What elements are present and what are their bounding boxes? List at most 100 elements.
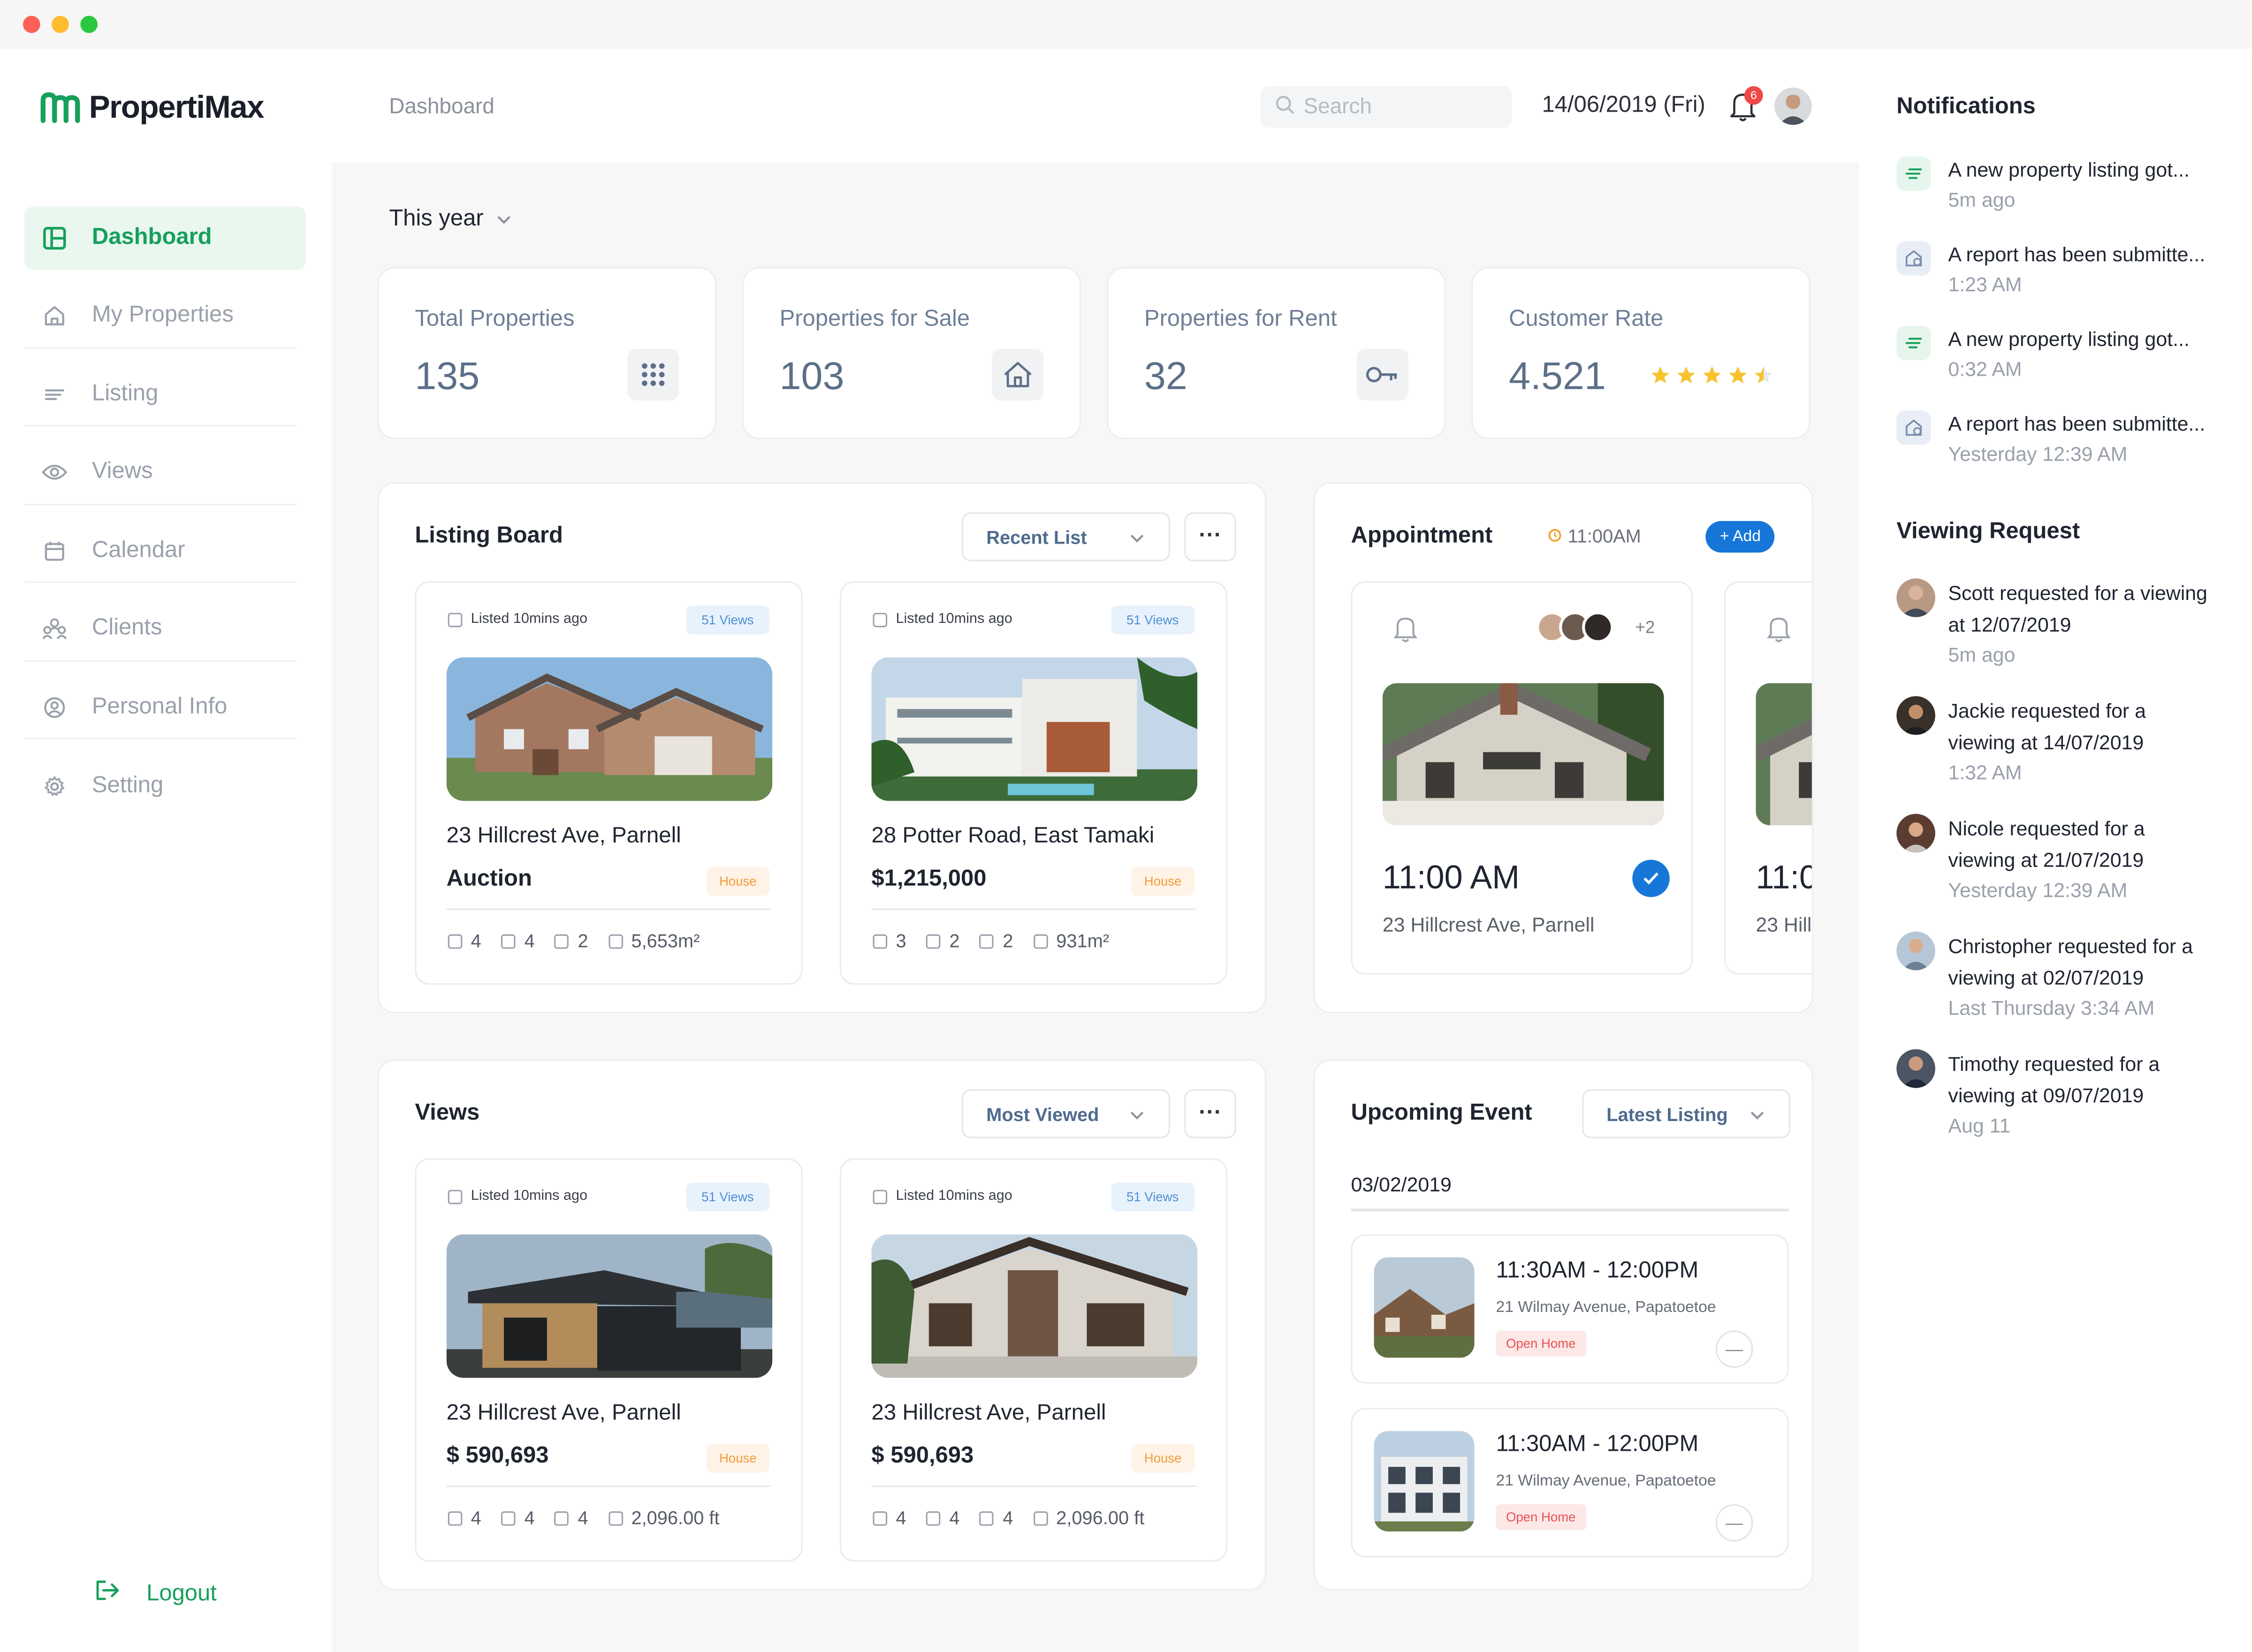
request-text-line1: Timothy requested for a <box>1948 1052 2160 1075</box>
avatar <box>1582 611 1614 643</box>
sidebar-nav: Dashboard My Properties Listing Views Ca… <box>24 206 306 833</box>
request-time: Last Thursday 3:34 AM <box>1948 996 2155 1019</box>
car-icon <box>980 933 994 948</box>
minus-icon: — <box>1726 1513 1743 1533</box>
cars-count: 2 <box>1003 930 1013 952</box>
property-card[interactable]: Listed 10mins ago 51 Views 28 Potter Roa… <box>840 581 1228 985</box>
views-badge: 51 Views <box>1111 606 1194 635</box>
period-filter-dropdown[interactable]: This year <box>389 207 512 233</box>
calendar-icon <box>40 536 69 565</box>
viewing-request-item[interactable]: Jackie requested for a viewing at 14/07/2… <box>1896 696 2221 788</box>
remove-event-button[interactable]: — <box>1715 1504 1753 1542</box>
chevron-down-icon <box>495 207 512 233</box>
request-text-line2: viewing at 09/07/2019 <box>1948 1083 2144 1106</box>
notification-time: Yesterday 12:39 AM <box>1948 442 2128 465</box>
check-icon[interactable] <box>1632 859 1670 897</box>
views-badge: 51 Views <box>1111 1182 1194 1212</box>
remove-event-button[interactable]: — <box>1715 1330 1753 1368</box>
search-input[interactable]: Search <box>1260 86 1512 128</box>
request-text-line1: Scott requested for a viewing <box>1948 581 2207 605</box>
car-icon <box>555 933 570 948</box>
panel-title: Upcoming Event <box>1351 1101 1532 1126</box>
avatar <box>1896 931 1935 970</box>
user-avatar[interactable] <box>1774 87 1812 125</box>
area-icon <box>1033 933 1048 948</box>
notification-time: 5m ago <box>1948 188 2016 211</box>
property-card[interactable]: Listed 10mins ago 51 Views 23 Hillcrest … <box>415 1158 803 1562</box>
logo-icon <box>40 92 80 123</box>
house-icon <box>992 349 1044 401</box>
divider <box>1351 1208 1789 1212</box>
more-options-button[interactable]: ··· <box>1184 512 1236 561</box>
grid-icon <box>627 349 679 401</box>
panel-title: Views <box>415 1101 480 1126</box>
maximize-window-button[interactable] <box>80 15 98 33</box>
bed-icon <box>873 1510 888 1525</box>
sidebar-item-clients[interactable]: Clients <box>24 598 297 661</box>
sidebar-item-calendar[interactable]: Calendar <box>24 520 297 583</box>
sidebar-item-setting[interactable]: Setting <box>24 754 297 818</box>
views-panel: Views Most Viewed ··· Listed 10mins ago … <box>377 1059 1266 1591</box>
dropdown-label: Latest Listing <box>1606 1103 1728 1125</box>
listed-time: Listed 10mins ago <box>873 612 1012 627</box>
request-text-line2: viewing at 02/07/2019 <box>1948 965 2144 988</box>
sidebar-item-label: Listing <box>91 381 159 406</box>
event-time: 11:30AM - 12:00PM <box>1496 1432 1699 1457</box>
brand-logo[interactable]: PropertiMax <box>40 89 265 127</box>
listing-notification-icon <box>1896 326 1931 361</box>
sidebar-item-my-properties[interactable]: My Properties <box>24 285 297 349</box>
notification-text: A report has been submitte... <box>1948 242 2206 266</box>
event-card[interactable]: 11:30AM - 12:00PM 21 Wilmay Avenue, Papa… <box>1351 1408 1789 1558</box>
baths-count: 4 <box>524 1507 535 1529</box>
sidebar-item-personal-info[interactable]: Personal Info <box>24 676 297 739</box>
minimize-window-button[interactable] <box>52 15 69 33</box>
notification-item[interactable]: A report has been submitte... Yesterday 1… <box>1896 410 2205 465</box>
breadcrumb: Dashboard <box>389 94 495 119</box>
viewing-request-item[interactable]: Nicole requested for a viewing at 21/07/2… <box>1896 814 2221 906</box>
logout-button[interactable]: Logout <box>95 1579 217 1609</box>
property-type-tag: House <box>1131 867 1194 896</box>
sidebar-item-dashboard[interactable]: Dashboard <box>24 206 306 270</box>
beds-count: 4 <box>471 1507 481 1529</box>
property-price: $ 590,693 <box>446 1444 549 1469</box>
property-photo <box>1382 683 1664 826</box>
bell-icon[interactable] <box>1392 614 1418 651</box>
add-appointment-button[interactable]: + Add <box>1705 521 1775 553</box>
area-value: 2,096.00 ft <box>631 1507 720 1529</box>
window-titlebar <box>0 0 2252 49</box>
most-viewed-dropdown[interactable]: Most Viewed <box>962 1089 1170 1138</box>
chevron-down-icon <box>1128 526 1146 547</box>
sidebar-item-views[interactable]: Views <box>24 441 297 505</box>
latest-listing-dropdown[interactable]: Latest Listing <box>1582 1089 1790 1138</box>
notification-item[interactable]: A new property listing got... 5m ago <box>1896 156 2190 211</box>
divider <box>446 1485 771 1487</box>
event-card[interactable]: 11:30AM - 12:00PM 21 Wilmay Avenue, Papa… <box>1351 1234 1789 1384</box>
gear-icon <box>40 772 69 800</box>
event-address: 21 Wilmay Avenue, Papatoetoe <box>1496 1299 1716 1317</box>
notification-text: A new property listing got... <box>1948 158 2190 181</box>
stat-value: 103 <box>779 354 844 398</box>
appointment-card[interactable]: +2 11:00 AM 23 Hillcrest Ave, Parnell <box>1351 581 1693 975</box>
report-notification-icon <box>1896 241 1931 276</box>
listed-time: Listed 10mins ago <box>448 1189 587 1204</box>
recent-list-dropdown[interactable]: Recent List <box>962 512 1170 561</box>
property-card[interactable]: Listed 10mins ago 51 Views 23 Hillcrest … <box>840 1158 1228 1562</box>
viewing-request-item[interactable]: Scott requested for a viewing at 12/07/20… <box>1896 578 2221 670</box>
sidebar-item-label: Views <box>91 459 153 484</box>
close-window-button[interactable] <box>23 15 40 33</box>
property-card[interactable]: Listed 10mins ago 51 Views 23 Hillcrest … <box>415 581 803 985</box>
dashboard-icon <box>40 224 69 252</box>
viewing-request-item[interactable]: Christopher requested for a viewing at 02… <box>1896 931 2221 1023</box>
bell-icon[interactable] <box>1766 614 1792 651</box>
sidebar-item-listing[interactable]: Listing <box>24 363 297 426</box>
viewing-request-item[interactable]: Timothy requested for a viewing at 09/07/… <box>1896 1049 2221 1141</box>
notification-item[interactable]: A report has been submitte... 1:23 AM <box>1896 241 2205 296</box>
logout-label: Logout <box>146 1581 217 1606</box>
beds-count: 3 <box>896 930 906 952</box>
more-options-button[interactable]: ··· <box>1184 1089 1236 1138</box>
key-icon <box>1356 349 1408 401</box>
home-icon <box>40 302 69 330</box>
appointment-card[interactable]: 11:0 23 Hill <box>1724 581 1812 975</box>
notification-item[interactable]: A new property listing got... 0:32 AM <box>1896 326 2190 380</box>
notifications-title: Notifications <box>1896 94 2036 119</box>
